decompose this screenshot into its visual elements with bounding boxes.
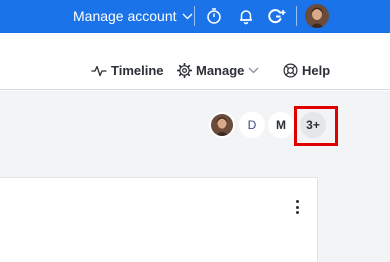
manage-menu-button[interactable]: Manage — [177, 63, 263, 78]
collaborator-avatar[interactable] — [209, 112, 235, 138]
help-button[interactable]: Help — [283, 63, 330, 78]
help-label: Help — [302, 63, 331, 78]
collaborator-initial-avatar[interactable]: M — [268, 112, 294, 138]
gear-icon — [177, 63, 192, 78]
main-panel — [0, 177, 318, 262]
user-avatar[interactable] — [305, 4, 329, 28]
divider — [194, 6, 195, 26]
secondary-nav: Timeline Manage Help — [0, 33, 390, 90]
top-bar: Manage account — [0, 0, 390, 33]
highlight-box — [294, 106, 338, 146]
more-options-icon[interactable] — [293, 200, 301, 214]
add-icon[interactable] — [267, 6, 287, 26]
manage-label: Manage — [196, 63, 245, 78]
manage-account-menu[interactable]: Manage account — [73, 8, 193, 24]
divider — [296, 6, 297, 26]
timeline-label: Timeline — [111, 63, 164, 78]
lifebuoy-icon — [283, 63, 298, 78]
chevron-down-icon — [248, 67, 263, 74]
activity-icon — [91, 65, 107, 76]
stopwatch-icon[interactable] — [204, 6, 224, 26]
timeline-button[interactable]: Timeline — [91, 63, 164, 78]
manage-account-label: Manage account — [73, 8, 177, 24]
chevron-down-icon — [182, 13, 193, 20]
collaborator-initial-avatar[interactable]: D — [239, 112, 265, 138]
bell-icon[interactable] — [236, 6, 256, 26]
